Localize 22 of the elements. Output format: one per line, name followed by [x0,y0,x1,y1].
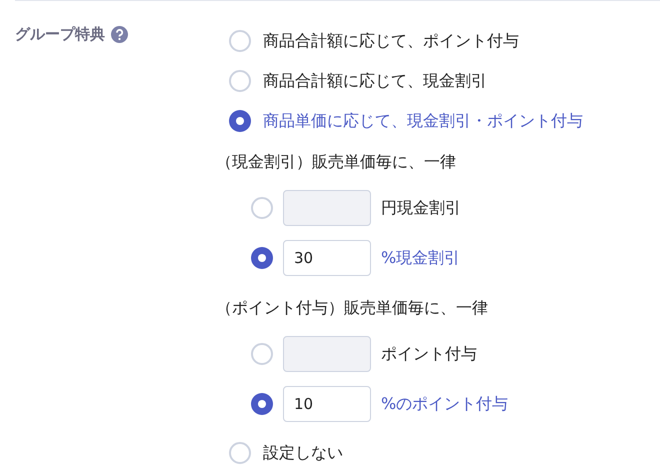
amount-field[interactable]: 10 [283,386,371,422]
radio-button[interactable] [251,393,273,415]
option-label[interactable]: 商品単価に応じて、現金割引・ポイント付与 [263,110,583,132]
help-icon[interactable] [111,26,128,42]
field-label: グループ特典 [15,24,105,44]
section-heading: （現金割引）販売単価毎に、一律 [216,152,456,172]
radio-button[interactable] [229,442,251,464]
section-heading: （ポイント付与）販売単価毎に、一律 [216,298,488,318]
radio-button[interactable] [251,197,273,219]
unit-label: %のポイント付与 [381,394,508,414]
unit-label: %現金割引 [381,248,460,268]
option-label[interactable]: 商品合計額に応じて、ポイント付与 [263,30,519,52]
unit-label: 円現金割引 [381,198,461,218]
radio-button[interactable] [251,343,273,365]
radio-button[interactable] [229,110,251,132]
radio-button[interactable] [229,30,251,52]
unit-label: ポイント付与 [381,344,477,364]
radio-button[interactable] [229,70,251,92]
option-label[interactable]: 商品合計額に応じて、現金割引 [263,70,487,92]
amount-field[interactable]: 30 [283,240,371,276]
radio-button[interactable] [251,247,273,269]
option-label[interactable]: 設定しない [263,442,343,464]
